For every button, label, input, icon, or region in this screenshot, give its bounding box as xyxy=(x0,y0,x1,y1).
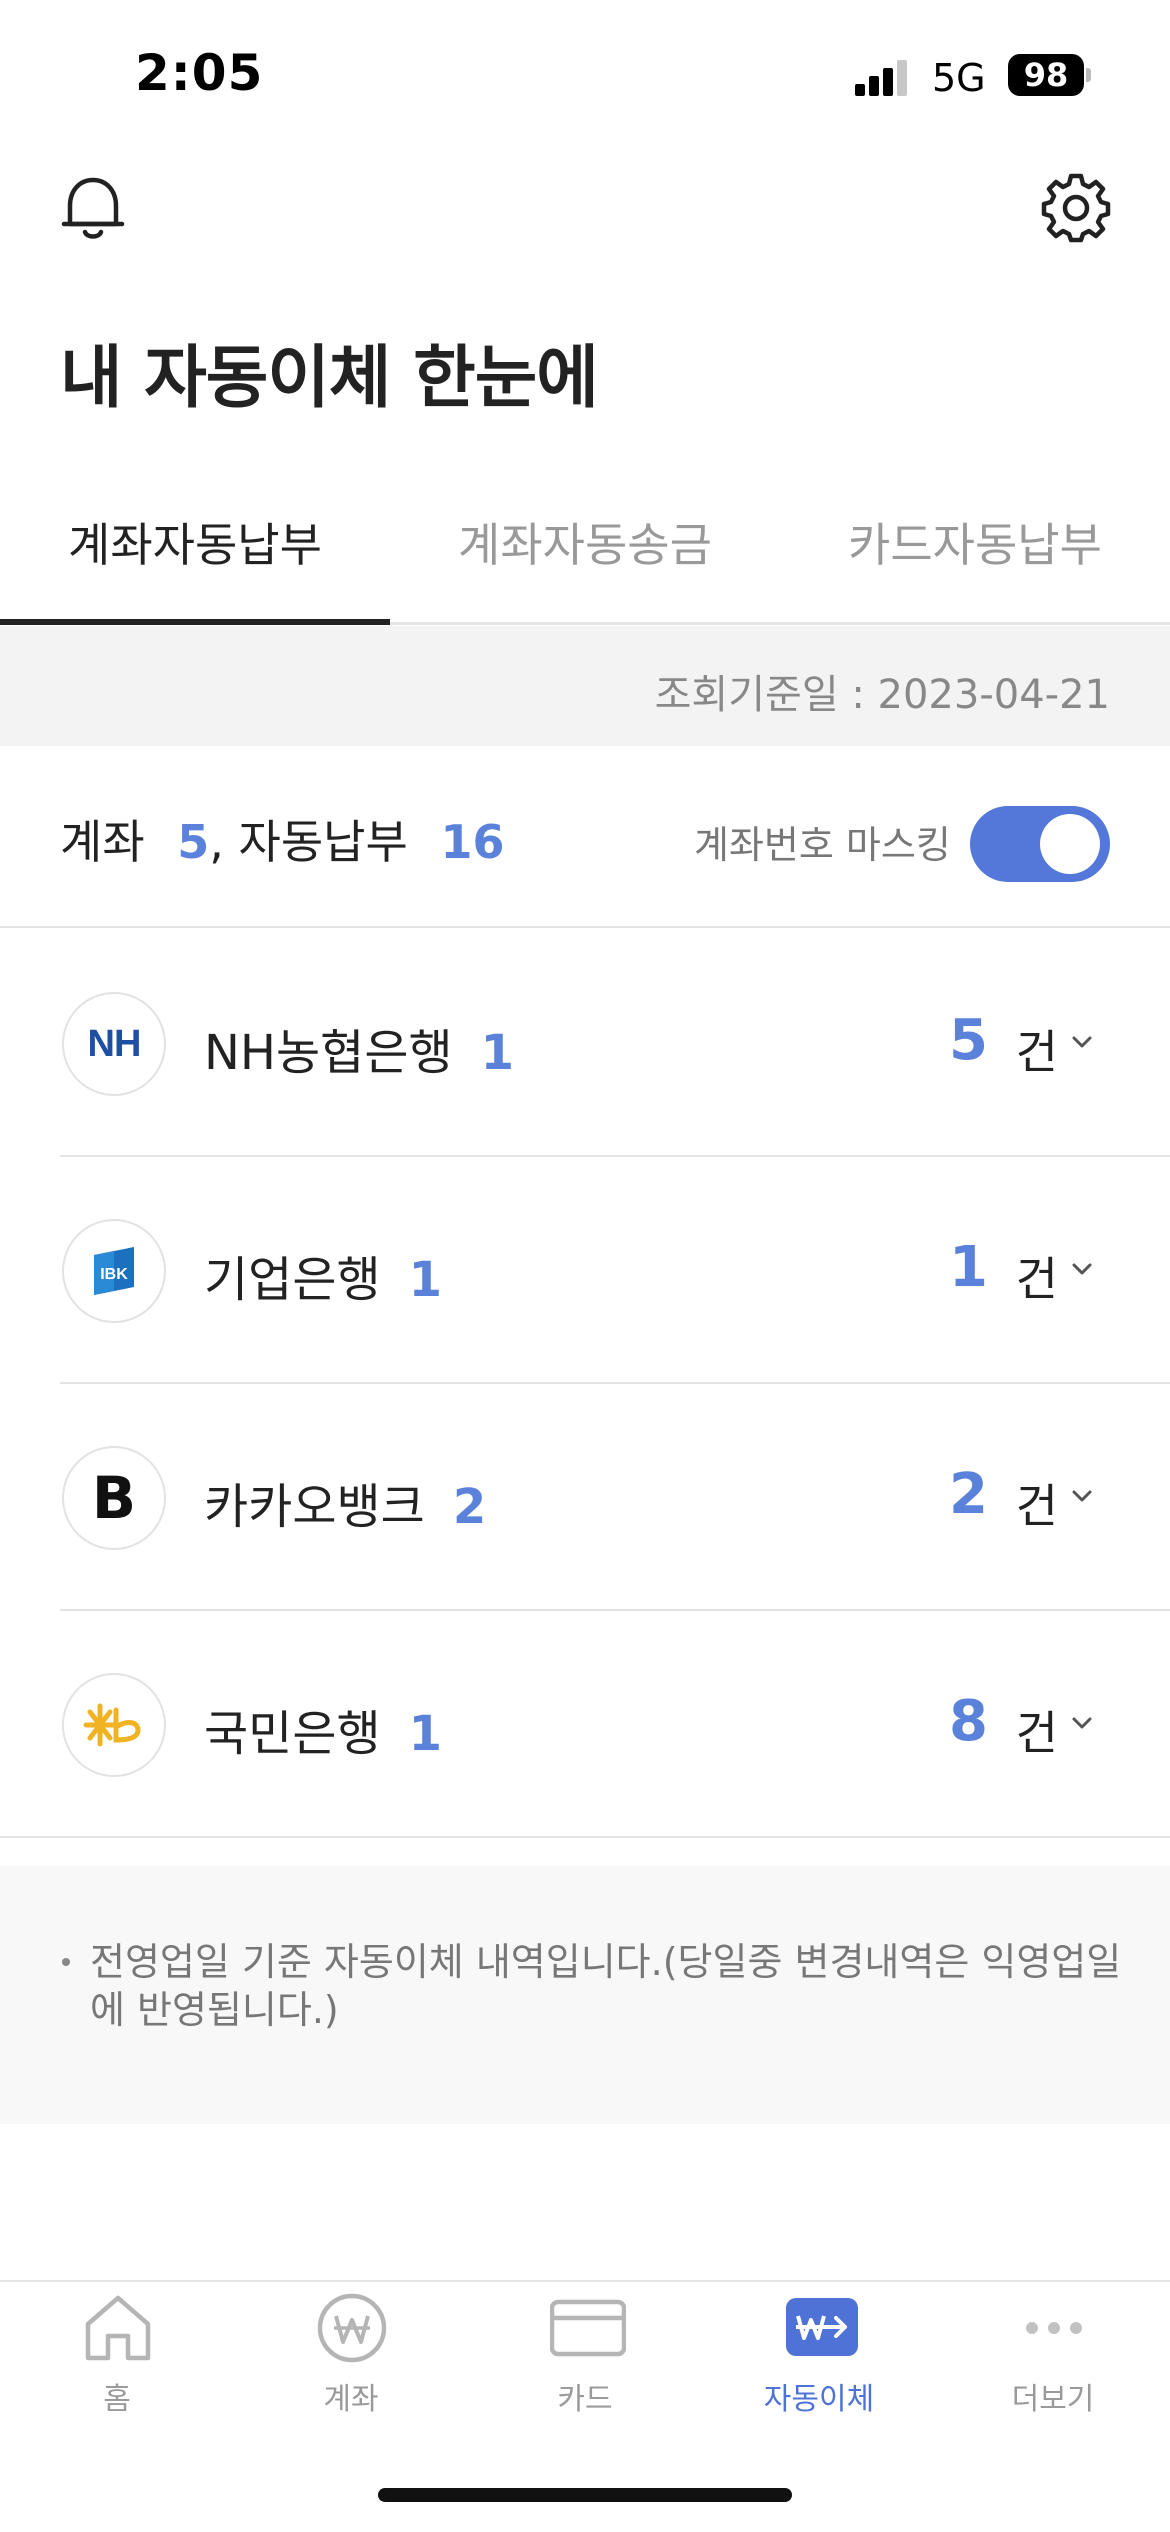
bank-account-count: 2 xyxy=(452,1479,487,1535)
chevron-down-icon[interactable] xyxy=(1068,1482,1096,1510)
list-divider xyxy=(0,1836,1170,1838)
ibk-bank-logo: IBK xyxy=(62,1219,166,1323)
notice-text: 전영업일 기준 자동이체 내역입니다.(당일중 변경내역은 익영업일에 반영됩니… xyxy=(90,1940,1122,2032)
masking-toggle[interactable] xyxy=(970,806,1110,882)
network-label: 5G xyxy=(932,56,986,100)
nav-label: 더보기 xyxy=(1011,2382,1095,2417)
bank-account-count: 1 xyxy=(408,1252,443,1308)
bank-count-unit: 건 xyxy=(1015,1025,1058,1079)
bank-account-count: 1 xyxy=(480,1025,515,1081)
autotransfer-icon xyxy=(784,2292,858,2364)
tab-account-autopay[interactable]: 계좌자동납부 xyxy=(0,480,390,625)
chevron-down-icon[interactable] xyxy=(1068,1255,1096,1283)
bank-account-count: 1 xyxy=(408,1706,443,1762)
gear-icon[interactable] xyxy=(1040,172,1112,244)
nav-home[interactable]: 홈 xyxy=(0,2282,234,2422)
masking-label: 계좌번호 마스킹 xyxy=(694,823,951,867)
account-label: 계좌 xyxy=(60,815,145,869)
bank-count-unit: 건 xyxy=(1015,1479,1058,1533)
home-icon xyxy=(82,2292,154,2364)
bank-autopay-count: 5 xyxy=(949,1008,988,1073)
card-icon xyxy=(549,2292,627,2364)
page-title: 내 자동이체 한눈에 xyxy=(60,339,599,418)
tab-account-autotransfer[interactable]: 계좌자동송금 xyxy=(390,480,780,625)
reference-date: 조회기준일 : 2023-04-21 xyxy=(654,672,1110,718)
active-tab-indicator xyxy=(0,619,390,625)
bank-name: 기업은행 1 xyxy=(204,1252,443,1308)
signal-icon xyxy=(855,60,915,96)
bank-row-ibk[interactable]: IBK 기업은행 1 1 건 xyxy=(60,1157,1170,1384)
won-icon xyxy=(316,2292,388,2364)
bank-autopay-count: 2 xyxy=(949,1462,988,1527)
reference-date-bar: 조회기준일 : 2023-04-21 xyxy=(0,626,1170,746)
account-count: 5 xyxy=(177,815,210,869)
bank-list: NH NH농협은행 1 5 건 IBK 기업은행 1 1 건 B 카카오뱅크 2… xyxy=(0,930,1170,1838)
battery-icon: 98 xyxy=(1008,54,1084,96)
chevron-down-icon[interactable] xyxy=(1068,1028,1096,1056)
kb-bank-logo xyxy=(62,1673,166,1777)
battery-tip xyxy=(1086,68,1091,82)
tab-bar: 계좌자동납부 계좌자동송금 카드자동납부 xyxy=(0,480,1170,625)
bell-icon[interactable] xyxy=(58,172,128,244)
bank-autopay-count: 1 xyxy=(949,1235,988,1300)
toggle-knob xyxy=(1040,814,1100,874)
more-icon xyxy=(1018,2292,1090,2364)
nav-label: 자동이체 xyxy=(763,2382,875,2417)
bank-row-nh[interactable]: NH NH농협은행 1 5 건 xyxy=(60,930,1170,1157)
nav-account[interactable]: 계좌 xyxy=(234,2282,468,2422)
bank-name: 국민은행 1 xyxy=(204,1706,443,1762)
summary-separator: , xyxy=(209,815,224,869)
notice-box: 전영업일 기준 자동이체 내역입니다.(당일중 변경내역은 익영업일에 반영됩니… xyxy=(0,1866,1170,2124)
bank-row-kb[interactable]: 국민은행 1 8 건 xyxy=(0,1611,1170,1838)
bank-count-unit: 건 xyxy=(1015,1252,1058,1306)
summary-row: 계좌 5, 자동납부 16 계좌번호 마스킹 xyxy=(0,746,1170,928)
nav-label: 계좌 xyxy=(323,2382,379,2417)
nav-autotransfer[interactable]: 자동이체 xyxy=(702,2282,936,2422)
nav-label: 카드 xyxy=(557,2382,613,2417)
bullet-icon xyxy=(62,1958,70,1966)
nav-more[interactable]: 더보기 xyxy=(936,2282,1170,2422)
tab-card-autopay[interactable]: 카드자동납부 xyxy=(780,480,1170,625)
bank-name: NH농협은행 1 xyxy=(204,1025,515,1081)
status-time: 2:05 xyxy=(135,44,264,102)
home-indicator[interactable] xyxy=(378,2488,792,2502)
summary-text: 계좌 5, 자동납부 16 xyxy=(60,806,504,872)
nav-card[interactable]: 카드 xyxy=(468,2282,702,2422)
status-bar: 2:05 5G 98 xyxy=(0,0,1170,150)
chevron-down-icon[interactable] xyxy=(1068,1709,1096,1737)
bank-autopay-count: 8 xyxy=(949,1689,988,1754)
bank-row-kakao[interactable]: B 카카오뱅크 2 2 건 xyxy=(60,1384,1170,1611)
nav-label: 홈 xyxy=(103,2382,131,2417)
autopay-label: 자동납부 xyxy=(238,815,408,869)
bank-count-unit: 건 xyxy=(1015,1706,1058,1760)
autopay-count: 16 xyxy=(440,815,505,869)
bank-name: 카카오뱅크 2 xyxy=(204,1479,487,1535)
nh-bank-logo: NH xyxy=(62,992,166,1096)
svg-text:IBK: IBK xyxy=(100,1266,128,1283)
kakaobank-logo: B xyxy=(62,1446,166,1550)
